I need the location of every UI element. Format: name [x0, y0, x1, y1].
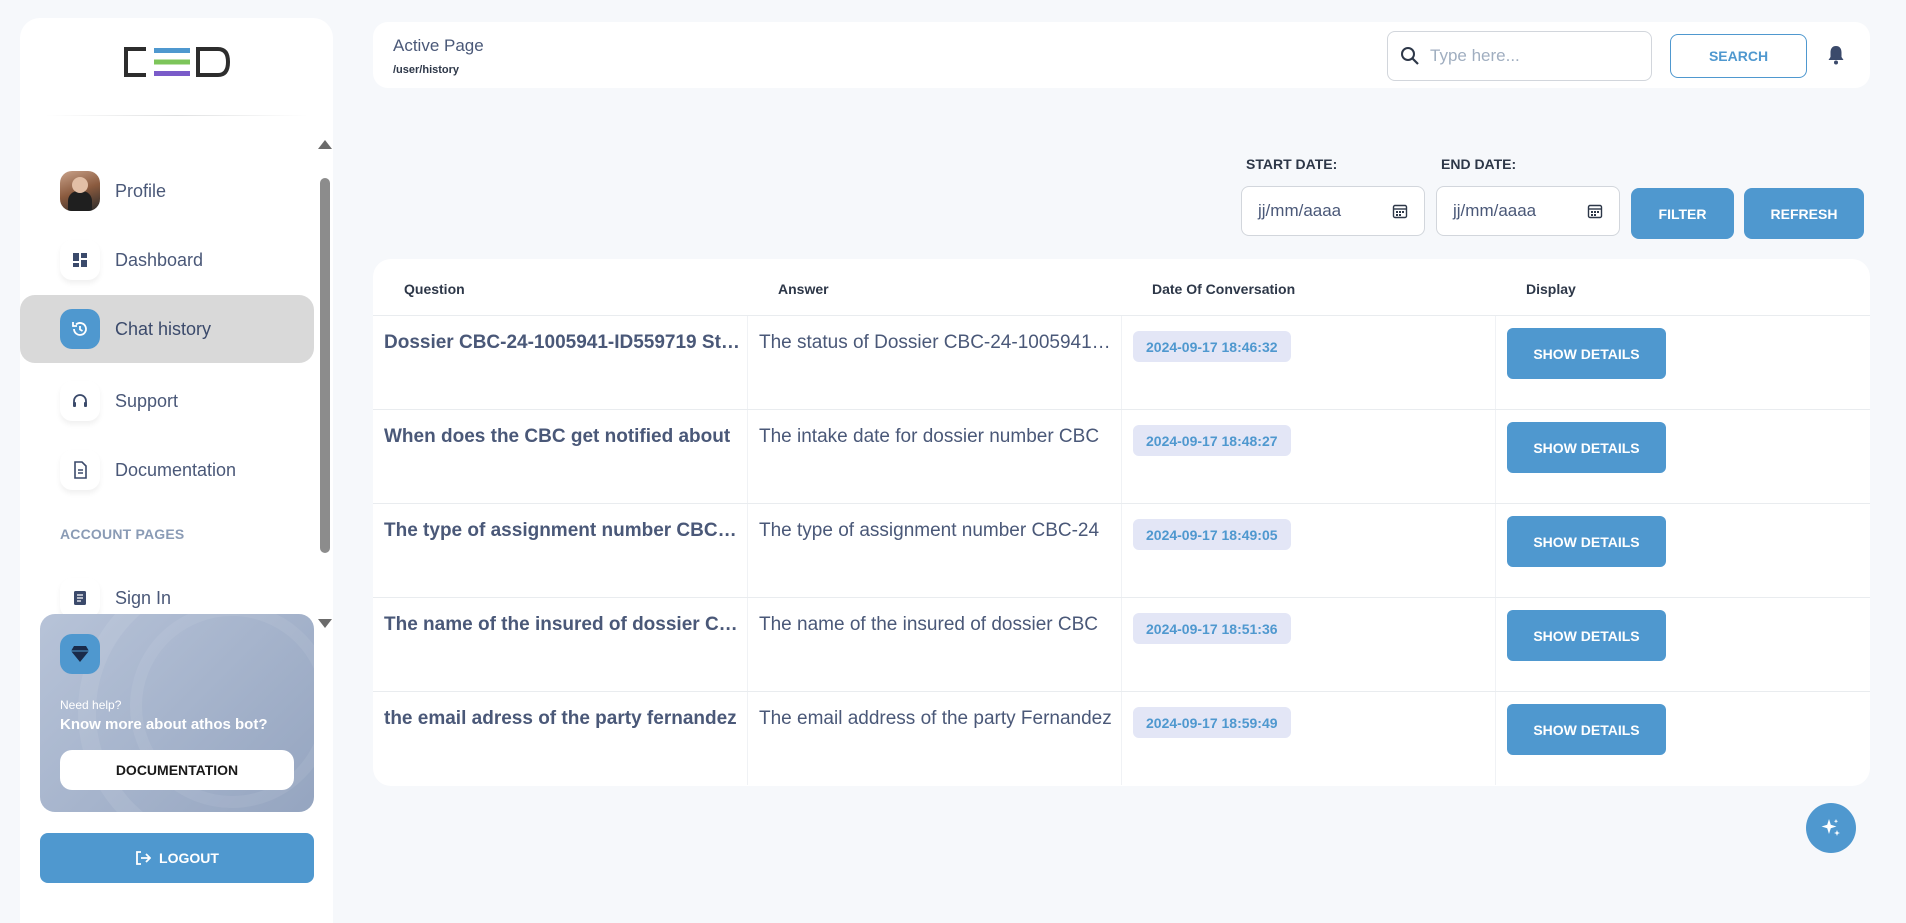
sidebar: Profile Dashboard Chat history Support D… [20, 18, 333, 923]
table-row: The type of assignment number CBC-24 The… [373, 503, 1870, 597]
page-title: Active Page [393, 36, 484, 55]
show-details-button[interactable]: SHOW DETAILS [1507, 516, 1666, 567]
filter-button[interactable]: FILTER [1631, 188, 1734, 239]
bell-icon[interactable] [1826, 44, 1846, 66]
show-details-button[interactable]: SHOW DETAILS [1507, 422, 1666, 473]
start-date-value: jj/mm/aaaa [1258, 201, 1342, 220]
show-details-button[interactable]: SHOW DETAILS [1507, 704, 1666, 755]
column-header-answer: Answer [778, 281, 829, 297]
table-row: When does the CBC get notified about The… [373, 409, 1870, 503]
scroll-thumb[interactable] [320, 178, 330, 553]
top-navbar: Active Page /user/history SEARCH [373, 22, 1870, 88]
search-icon [1401, 47, 1419, 65]
logout-button[interactable]: LOGOUT [40, 833, 314, 883]
start-date-input[interactable]: jj/mm/aaaa [1241, 186, 1425, 236]
refresh-button[interactable]: REFRESH [1744, 188, 1864, 239]
table-row: The name of the insured of dossier CBC T… [373, 597, 1870, 691]
answer-cell: The intake date for dossier number CBC [759, 426, 1100, 447]
sidebar-scrollbar[interactable] [318, 140, 332, 628]
sidebar-item-chat-history[interactable]: Chat history [20, 295, 314, 363]
sidebar-item-label: Chat history [115, 318, 212, 339]
help-subtitle: Need help? [60, 698, 122, 712]
ced-logo [124, 47, 231, 77]
date-badge: 2024-09-17 18:59:49 [1133, 707, 1291, 738]
logout-icon [136, 851, 152, 865]
history-table: Question Answer Date Of Conversation Dis… [373, 259, 1870, 786]
dashboard-icon [60, 240, 100, 280]
calendar-icon[interactable] [1392, 203, 1408, 219]
sidebar-item-support[interactable]: Support [20, 367, 314, 435]
question-cell: The name of the insured of dossier CBC [384, 614, 740, 635]
answer-cell: The type of assignment number CBC-24 [759, 520, 1100, 541]
section-title: ACCOUNT PAGES [60, 526, 185, 542]
history-icon [60, 309, 100, 349]
sidebar-item-label: Dashboard [115, 249, 204, 270]
breadcrumb: /user/history [393, 64, 460, 76]
diamond-icon [60, 634, 100, 674]
search-box[interactable] [1387, 31, 1652, 81]
answer-cell: The status of Dossier CBC-24-1005941-ID5… [759, 332, 1115, 353]
sidebar-item-sign-in[interactable]: Sign In [20, 564, 314, 618]
documentation-button[interactable]: DOCUMENTATION [60, 750, 294, 790]
sidebar-item-label: Documentation [115, 459, 237, 480]
scroll-down-arrow-icon[interactable] [318, 619, 332, 628]
sidebar-item-label: Profile [115, 180, 167, 201]
end-date-input[interactable]: jj/mm/aaaa [1436, 186, 1620, 236]
answer-cell: The name of the insured of dossier CBC [759, 614, 1099, 635]
question-cell: Dossier CBC-24-1005941-ID559719 Status [384, 332, 740, 353]
search-input[interactable] [1430, 46, 1630, 66]
scroll-up-arrow-icon[interactable] [318, 140, 332, 149]
column-header-display: Display [1526, 281, 1576, 297]
end-date-value: jj/mm/aaaa [1453, 201, 1537, 220]
table-row: the email adress of the party fernandez … [373, 691, 1870, 785]
table-row: Dossier CBC-24-1005941-ID559719 Status T… [373, 315, 1870, 409]
avatar [60, 171, 100, 211]
show-details-button[interactable]: SHOW DETAILS [1507, 610, 1666, 661]
sidebar-nav: Profile Dashboard Chat history Support D… [20, 138, 315, 618]
answer-cell: The email address of the party Fernandez [759, 708, 1112, 729]
search-button[interactable]: SEARCH [1670, 34, 1807, 78]
sidebar-item-profile[interactable]: Profile [20, 157, 314, 225]
help-card: Need help? Know more about athos bot? DO… [40, 614, 314, 812]
column-header-date: Date Of Conversation [1152, 281, 1296, 297]
column-header-question: Question [404, 281, 465, 297]
sidebar-item-label: Sign In [115, 587, 172, 608]
show-details-button[interactable]: SHOW DETAILS [1507, 328, 1666, 379]
calendar-icon[interactable] [1587, 203, 1603, 219]
logout-label: LOGOUT [159, 850, 219, 866]
question-cell: When does the CBC get notified about [384, 426, 731, 447]
sidebar-item-documentation[interactable]: Documentation [20, 436, 314, 504]
help-title: Know more about athos bot? [60, 716, 268, 733]
ai-assistant-button[interactable] [1806, 803, 1856, 853]
document-icon [60, 450, 100, 490]
start-date-label: START DATE: [1246, 156, 1338, 172]
sparkle-icon [1821, 819, 1840, 836]
sidebar-item-dashboard[interactable]: Dashboard [20, 226, 314, 294]
headset-icon [60, 381, 100, 421]
date-badge: 2024-09-17 18:48:27 [1133, 425, 1291, 456]
date-badge: 2024-09-17 18:46:32 [1133, 331, 1291, 362]
logo-divider [46, 115, 308, 116]
end-date-label: END DATE: [1441, 156, 1517, 172]
date-badge: 2024-09-17 18:51:36 [1133, 613, 1291, 644]
question-cell: the email adress of the party fernandez [384, 708, 737, 729]
question-cell: The type of assignment number CBC-24 [384, 520, 740, 541]
date-badge: 2024-09-17 18:49:05 [1133, 519, 1291, 550]
sign-in-icon [60, 578, 100, 618]
sidebar-item-label: Support [115, 390, 179, 411]
